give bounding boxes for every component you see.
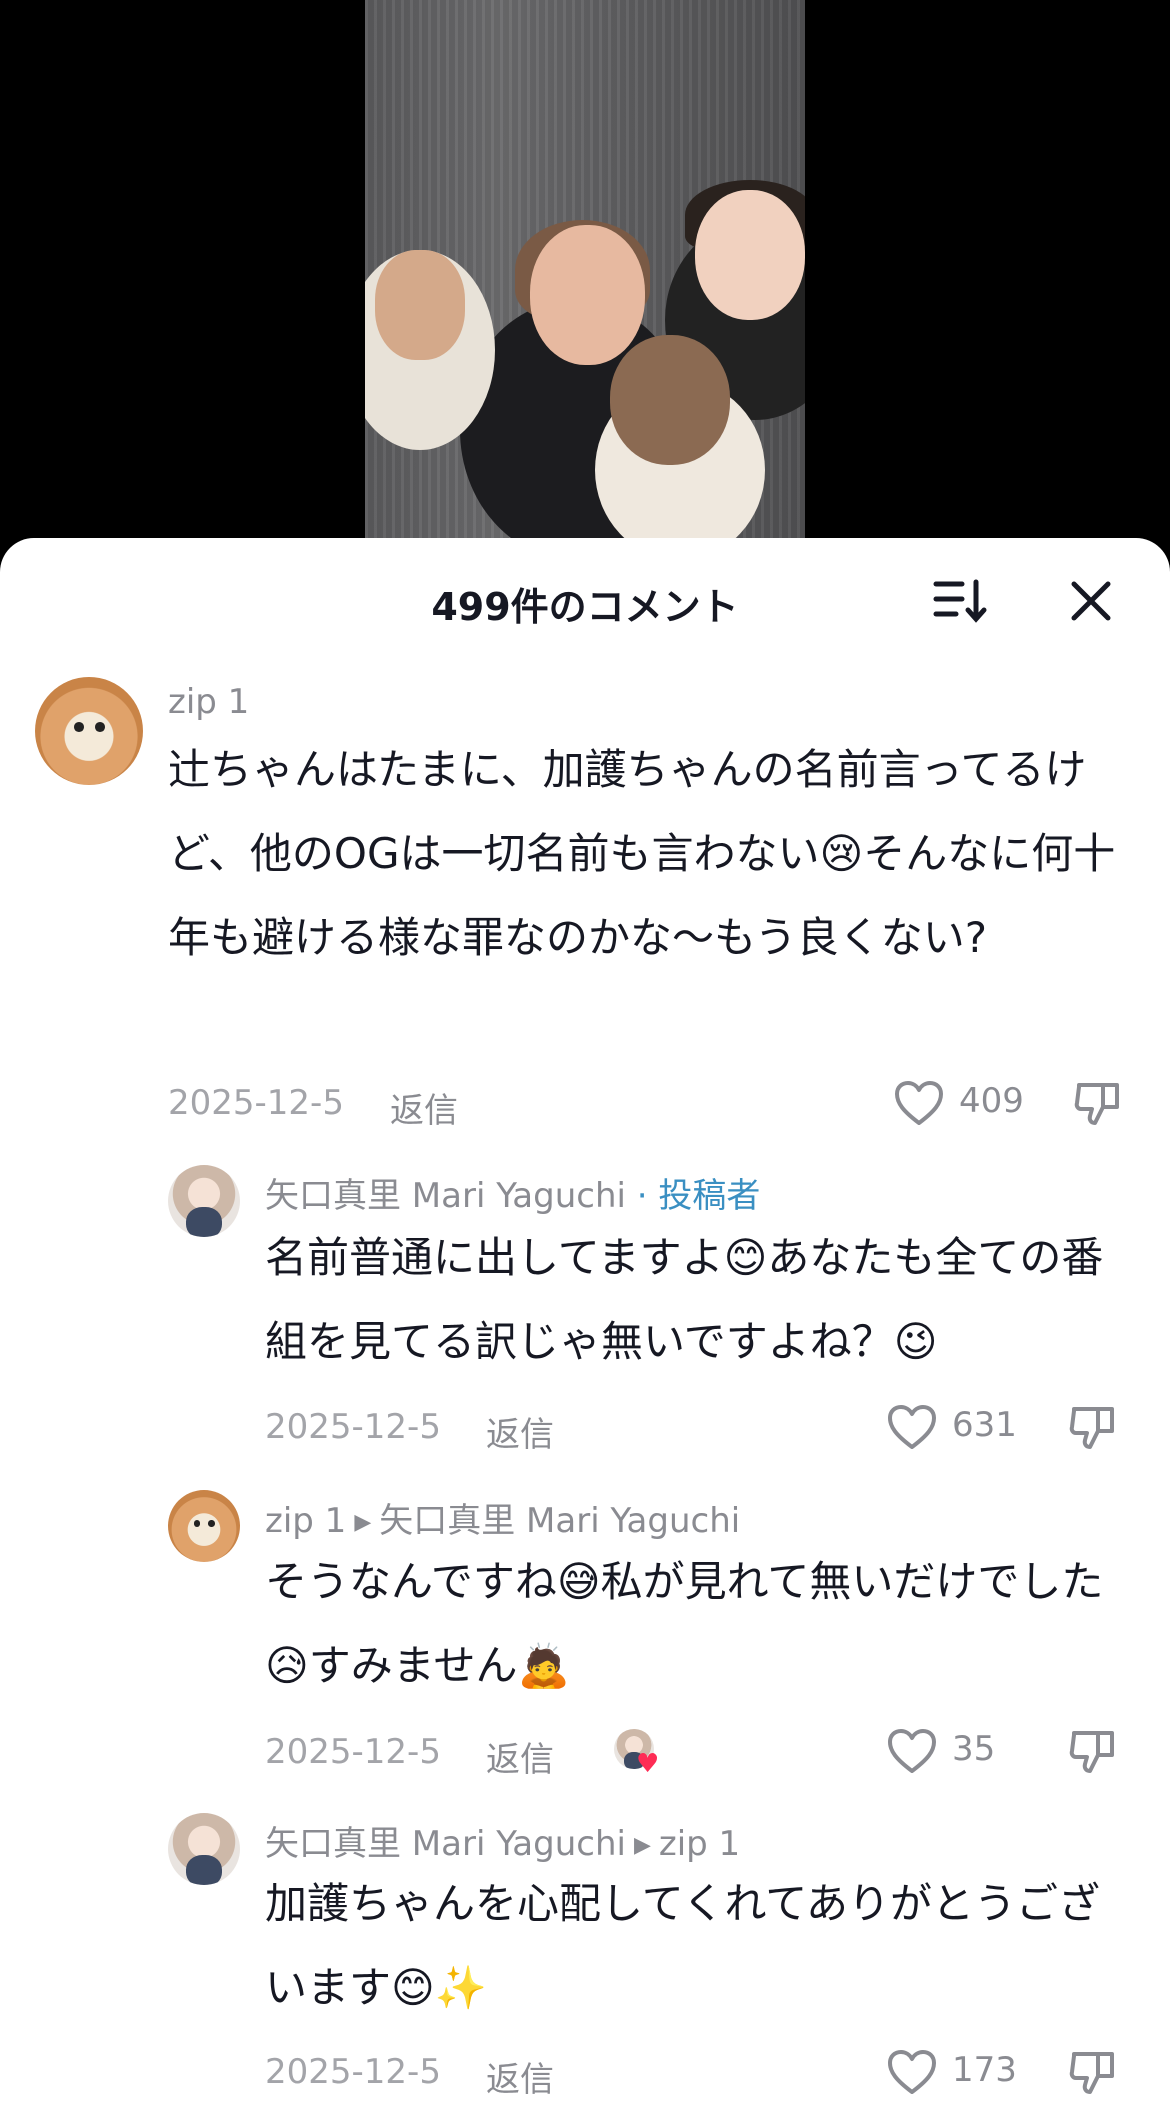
comment-date: 2025-12-5: [265, 1407, 441, 1447]
like-button[interactable]: 173: [886, 2048, 1036, 2098]
username-text[interactable]: zip 1: [265, 1501, 346, 1541]
comment-username[interactable]: zip 1: [168, 682, 249, 722]
reply-button[interactable]: 返信: [486, 1732, 554, 1781]
avatar[interactable]: [35, 677, 143, 785]
username-text[interactable]: 矢口真里 Mari Yaguchi: [265, 1824, 626, 1864]
avatar[interactable]: [168, 1165, 240, 1237]
comment-date: 2025-12-5: [265, 2052, 441, 2092]
dislike-icon[interactable]: [1068, 1727, 1118, 1777]
reply-button[interactable]: 返信: [486, 1407, 554, 1456]
reply-arrow-icon: ▶: [354, 1510, 372, 1535]
heart-icon: [895, 1081, 943, 1125]
comment-username[interactable]: zip 1 ▶ 矢口真里 Mari Yaguchi: [265, 1493, 740, 1542]
comment-text: 名前普通に出してますよ😊あなたも全ての番組を見てる訳じゃ無いですよね？😉: [265, 1233, 1104, 1366]
dislike-icon[interactable]: [1068, 1403, 1118, 1453]
dislike-icon[interactable]: [1068, 2048, 1118, 2098]
like-button[interactable]: 409: [893, 1079, 1033, 1129]
avatar[interactable]: [168, 1813, 240, 1885]
reply-button[interactable]: 返信: [390, 1083, 458, 1132]
username-text[interactable]: 矢口真里 Mari Yaguchi: [265, 1176, 626, 1216]
heart-icon: [888, 2050, 936, 2094]
comments-header: 499件のコメント: [0, 538, 1170, 658]
comment-date: 2025-12-5: [265, 1732, 441, 1772]
reply-to-user[interactable]: 矢口真里 Mari Yaguchi: [379, 1501, 740, 1541]
like-count: 35: [952, 1729, 996, 1769]
author-badge: · 投稿者: [636, 1176, 761, 1216]
comment-text: 加護ちゃんを心配してくれてありがとうございます😊✨: [265, 1879, 1100, 2012]
comment-text: そうなんですね😅私が見れて無いだけでした😥すみません🙇: [265, 1557, 1104, 1690]
comments-count-title: 499件のコメント: [431, 585, 739, 629]
reply-button[interactable]: 返信: [486, 2052, 554, 2101]
like-count: 631: [952, 1405, 1017, 1445]
like-button[interactable]: 631: [886, 1403, 1036, 1453]
video-frame[interactable]: [365, 0, 805, 540]
sort-icon[interactable]: [932, 578, 988, 624]
heart-icon: [888, 1405, 936, 1449]
dislike-icon[interactable]: [1073, 1079, 1123, 1129]
video-player[interactable]: [0, 0, 1170, 560]
heart-icon: ♥: [636, 1749, 660, 1779]
heart-icon: [888, 1729, 936, 1773]
like-button[interactable]: 35: [886, 1727, 1026, 1777]
comment-username[interactable]: 矢口真里 Mari Yaguchi · 投稿者: [265, 1168, 760, 1217]
comment-username[interactable]: 矢口真里 Mari Yaguchi ▶ zip 1: [265, 1816, 740, 1865]
like-count: 409: [959, 1081, 1024, 1121]
avatar[interactable]: [168, 1490, 240, 1562]
reply-arrow-icon: ▶: [633, 1833, 651, 1858]
comment-text: 辻ちゃんはたまに、加護ちゃんの名前言ってるけど、他のOGは一切名前も言わない😢そ…: [168, 745, 1116, 962]
reply-to-user[interactable]: zip 1: [659, 1824, 740, 1864]
comment-date: 2025-12-5: [168, 1083, 344, 1123]
creator-liked-badge: ♥: [614, 1729, 659, 1777]
close-icon[interactable]: [1068, 578, 1114, 624]
like-count: 173: [952, 2050, 1017, 2090]
